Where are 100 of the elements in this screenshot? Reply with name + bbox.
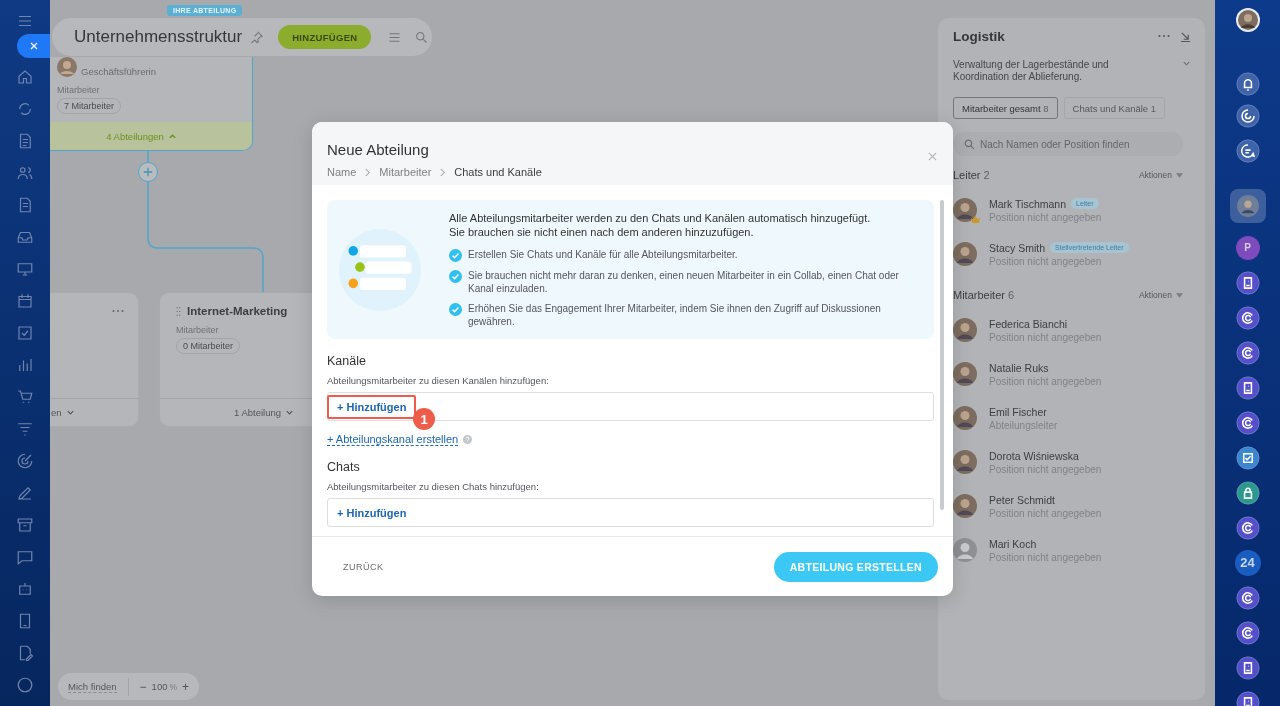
add-link[interactable]: + Hinzufügen [327,394,417,419]
check-icon [449,303,462,316]
add-button[interactable]: HINZUFÜGEN [278,25,372,49]
panel-description: Verwaltung der Lagerbestände und Koordination der Ablieferung. [953,59,1110,83]
person-name[interactable]: Federica Bianchi [989,317,1068,330]
actions-dropdown[interactable]: Aktionen [1138,290,1183,300]
lock-icon[interactable] [1235,480,1260,505]
archive-icon[interactable] [16,516,34,534]
breadcrumb-step[interactable]: Name [327,166,357,178]
search-icon [963,138,976,151]
zoom-in-button[interactable]: + [182,679,190,694]
intro-text: Alle Abteilungsmitarbeiter werden zu den Chats und Kanälen automatisch hinzugefügt. [449,211,871,225]
pin-icon[interactable] [249,29,265,45]
tab[interactable]: Mitarbeiter gesamt 8 [953,97,1058,119]
plus-icon [142,166,154,178]
target-icon[interactable] [1235,103,1260,128]
breadcrumb-step[interactable]: Chats und Kanäle [454,166,542,178]
find-me-link[interactable]: Mich finden [68,680,117,693]
back-button[interactable]: ZURÜCK [343,561,384,572]
department-card[interactable]: Geschäftsführerin Mitarbeiter 7 Mitarbeiter 4 Abteilungen [50,57,253,151]
sync-icon[interactable] [16,100,34,118]
group-title: Mitarbeiter 6 [953,289,1015,301]
chat-icon[interactable] [1235,138,1260,163]
spiral-icon[interactable] [1235,585,1260,610]
spiral-icon[interactable] [1235,410,1260,435]
actions-dropdown[interactable]: Aktionen [1138,170,1183,180]
zoom-unit: % [169,681,178,692]
checkbox-icon[interactable] [1235,445,1260,470]
monitor-icon[interactable] [16,260,34,278]
person-name[interactable]: Mark Tischmann [989,197,1067,210]
user-avatar[interactable] [953,450,977,474]
subdivisions-toggle[interactable]: en [50,398,138,426]
panel-title: Logistik [953,28,1006,44]
arrow-to-corner-icon[interactable] [1180,30,1191,42]
create-channel-link[interactable]: + Abteilungskanal erstellen [327,433,459,446]
user-avatar[interactable] [953,406,977,430]
search-field[interactable]: Nach Namen oder Position finden [953,132,1183,156]
zoom-out-button[interactable]: − [139,679,147,694]
letter-avatar[interactable]: P [1235,235,1260,260]
group-title: Leiter 2 [953,169,990,181]
caret-icon [1176,292,1183,298]
chevron-icon [285,408,294,417]
section-title: Kanäle [327,353,366,369]
department-name: Internet-Marketing [187,305,288,317]
add-link[interactable]: + Hinzufügen [327,500,417,525]
person-name[interactable]: Emil Fischer [989,405,1047,418]
chevron-down-icon[interactable] [1182,59,1191,68]
person-name[interactable]: Mari Koch [989,537,1037,550]
chevron-right-icon [439,167,447,177]
chevron-icon [167,131,177,141]
contact-card-icon[interactable] [1235,655,1260,680]
users-icon[interactable] [16,164,34,182]
user-avatar[interactable] [953,242,977,266]
check-icon [449,249,462,262]
user-avatar[interactable] [1229,189,1266,223]
checkbox-icon[interactable] [16,324,34,342]
spiral-icon[interactable] [1235,515,1260,540]
user-avatar[interactable] [953,318,977,342]
close-button[interactable] [17,34,50,58]
bell-icon[interactable] [1235,72,1260,96]
members-label: Mitarbeiter [176,325,219,335]
robot-icon[interactable] [16,580,34,598]
user-avatar [57,57,77,77]
connector-line [147,149,149,163]
benefit-text: Sie brauchen nicht mehr daran zu denken, einen neuen Mitarbeiter in ein Collab, einen Chat oder Kanal einzuladen. [468,269,900,295]
letter-avatar[interactable]: 24 [1234,549,1261,576]
intro-text: Sie brauchen sie nicht einen nach dem anderen hinzuzufügen. [449,225,754,239]
person-name[interactable]: Stacy Smith [989,241,1046,254]
bar-chart-icon[interactable] [16,356,34,374]
more-icon[interactable] [1158,34,1170,38]
person-name[interactable]: Natalie Ruks [989,361,1049,374]
cart-icon[interactable] [16,388,34,406]
field-hint: Abteilungsmitarbeiter zu diesen Chats hinzufügen: [327,481,539,493]
contact-card-icon[interactable] [1235,270,1260,295]
step-marker: 1 [413,408,435,430]
user-avatar[interactable] [1235,8,1260,32]
tab[interactable]: Chats und Kanäle 1 [1063,97,1166,119]
department-card[interactable]: en [50,292,139,427]
user-avatar[interactable] [953,198,977,222]
home-icon[interactable] [16,68,34,86]
chevron-right-icon [364,167,372,177]
role-text: Geschäftsführerin [81,65,156,77]
person-name[interactable]: Dorota Wiśniewska [989,449,1079,462]
more-icon[interactable] [112,309,124,313]
user-avatar[interactable] [953,494,977,518]
calendar-icon[interactable] [16,292,34,310]
spiral-icon[interactable] [1235,620,1260,645]
spiral-icon[interactable] [1235,340,1260,365]
input-field[interactable]: + Hinzufügen [327,498,934,527]
contact-card-icon[interactable] [1235,375,1260,400]
zoom-value: 100 [151,681,168,692]
person-name[interactable]: Peter Schmidt [989,493,1055,506]
section-title: Chats [327,459,360,475]
filter-icon[interactable] [16,420,34,438]
breadcrumb-step[interactable]: Mitarbeiter [379,166,432,178]
spiral-icon[interactable] [1235,305,1260,330]
scrollbar[interactable] [940,200,944,510]
drag-handle-icon[interactable] [176,305,181,317]
user-avatar[interactable] [953,362,977,386]
pen-icon[interactable] [16,484,34,502]
